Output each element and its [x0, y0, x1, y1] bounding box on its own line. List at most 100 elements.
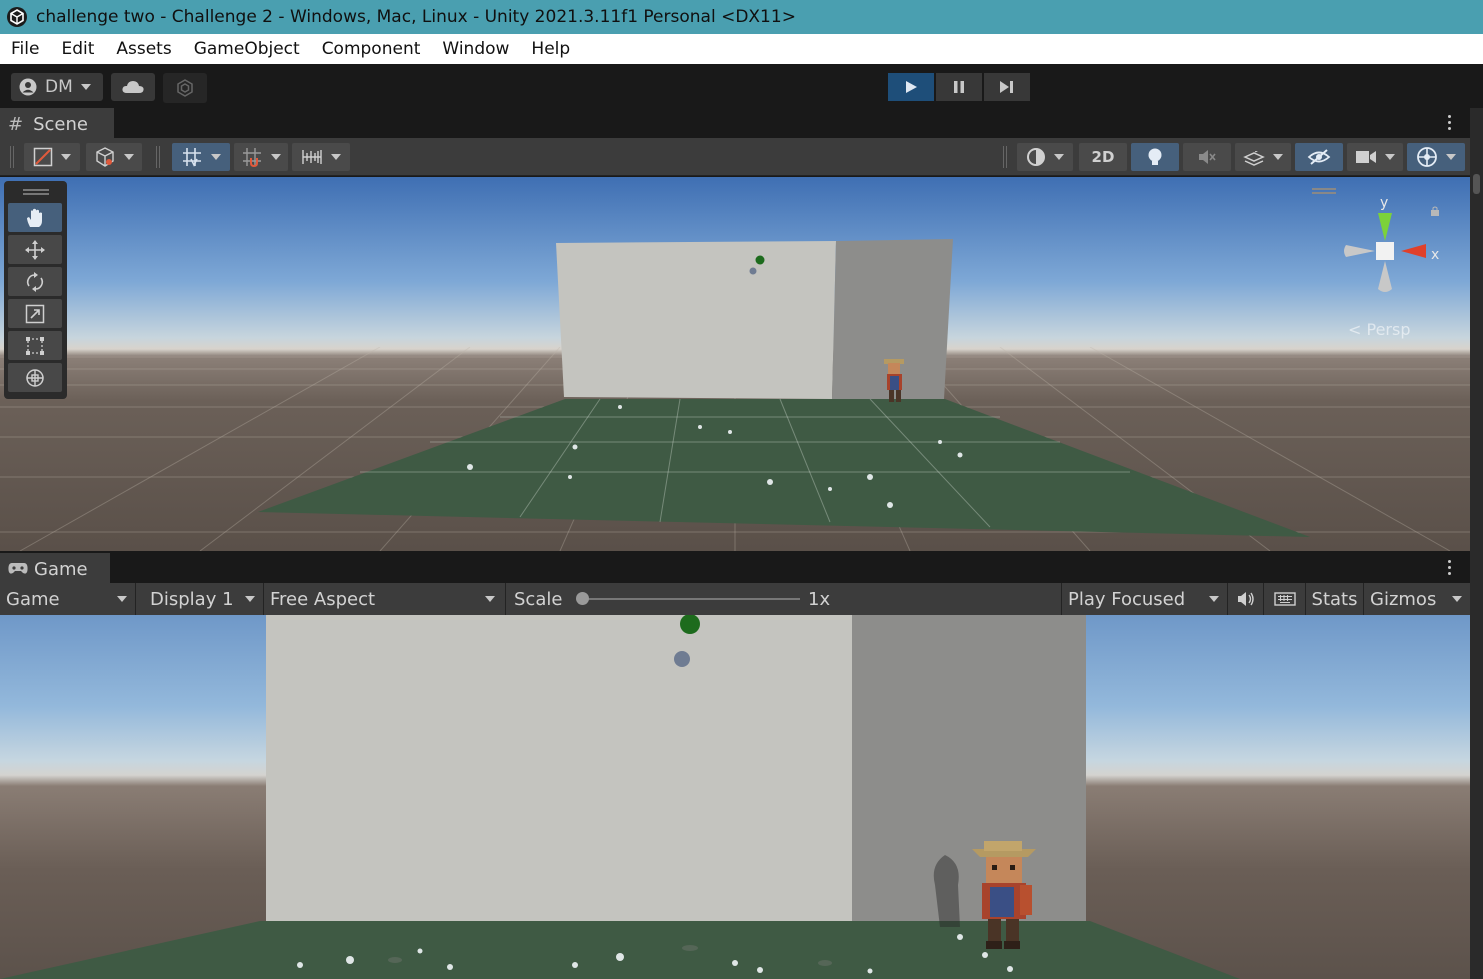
green-ball-object[interactable] [755, 255, 765, 265]
main-toolbar: DM [0, 64, 1483, 108]
shortcuts-toggle[interactable] [1264, 583, 1306, 615]
aspect-dropdown[interactable]: Free Aspect [264, 583, 506, 615]
move-tool[interactable] [8, 235, 62, 264]
account-label: DM [45, 77, 73, 97]
gizmo-lock-icon[interactable] [1430, 205, 1440, 217]
grid-snap-toggle[interactable] [172, 143, 230, 171]
gizmo-x-label: x [1431, 247, 1440, 263]
scene-visibility-toggle[interactable] [1295, 143, 1343, 171]
scale-tool[interactable] [8, 299, 62, 328]
playback-controls [888, 73, 1030, 101]
ruler-icon [302, 150, 322, 164]
scene-viewport[interactable]: y x < Persp [0, 177, 1470, 551]
scale-icon [25, 304, 45, 323]
green-ball-object[interactable] [679, 615, 701, 635]
render-mode-dropdown[interactable] [1017, 143, 1073, 171]
chevron-down-icon [117, 596, 127, 602]
hand-tool[interactable] [8, 203, 62, 232]
speaker-icon [1237, 592, 1254, 606]
chevron-down-icon [1446, 154, 1456, 160]
vertical-scrollbar[interactable] [1470, 108, 1483, 979]
tab-scene[interactable]: # Scene [0, 108, 114, 138]
ball-shadow-marker [674, 651, 690, 667]
draw-mode-dropdown[interactable] [24, 143, 80, 171]
chevron-down-icon [211, 154, 221, 160]
chevron-down-icon [124, 154, 134, 160]
lighting-toggle[interactable] [1131, 143, 1179, 171]
unity-logo-icon [7, 7, 27, 27]
audio-toggle[interactable] [1183, 143, 1231, 171]
hand-icon [27, 208, 42, 227]
effects-dropdown[interactable] [1235, 143, 1291, 171]
gizmos-scene-dropdown[interactable] [1407, 143, 1465, 171]
scene-tab-label: Scene [33, 113, 88, 135]
game-scene-render [0, 615, 1240, 979]
transform-tool[interactable] [8, 363, 62, 392]
view-type-dropdown[interactable]: Game [0, 583, 136, 615]
projection-text: Persp [1366, 320, 1411, 339]
scene-more-icon[interactable] [1448, 115, 1452, 133]
menu-assets[interactable]: Assets [105, 39, 182, 59]
aspect-label: Free Aspect [270, 588, 376, 610]
ball-shadow-marker [749, 267, 757, 275]
projection-label[interactable]: < Persp [1348, 320, 1411, 339]
account-dropdown[interactable]: DM [11, 73, 103, 101]
pause-button[interactable] [936, 73, 982, 101]
game-viewport[interactable] [0, 615, 1470, 979]
menu-edit[interactable]: Edit [50, 39, 105, 59]
scale-label: Scale [514, 588, 563, 610]
cloud-button[interactable] [111, 73, 155, 101]
scene-toolbar: 2D [0, 138, 1470, 176]
transform-icon [26, 368, 44, 387]
palette-grip[interactable] [4, 181, 67, 203]
display-dropdown[interactable]: Display 1 [136, 583, 264, 615]
shading-dropdown[interactable] [86, 143, 142, 171]
camera-dropdown[interactable] [1347, 143, 1403, 171]
lightbulb-icon [1148, 148, 1162, 165]
rotate-icon [26, 271, 44, 292]
rect-tool[interactable] [8, 331, 62, 360]
gamepad-icon [8, 563, 28, 574]
game-more-icon[interactable] [1448, 560, 1452, 578]
rect-transform-icon [26, 336, 44, 355]
scale-value: 1x [808, 588, 831, 610]
magnet-grid-icon [243, 148, 261, 168]
speaker-muted-icon [1199, 150, 1216, 164]
view-type-label: Game [6, 588, 60, 610]
tool-palette [4, 181, 67, 399]
collab-button[interactable] [163, 73, 207, 103]
effects-icon [1243, 148, 1265, 166]
toggle-2d-button[interactable]: 2D [1079, 143, 1127, 171]
player-character[interactable] [880, 359, 910, 407]
draw-mode-icon [33, 147, 53, 167]
play-button[interactable] [888, 73, 934, 101]
step-button[interactable] [984, 73, 1030, 101]
gizmo-y-label: y [1380, 195, 1389, 211]
gizmos-dropdown[interactable]: Gizmos [1364, 583, 1470, 615]
window-titlebar: challenge two - Challenge 2 - Windows, M… [0, 0, 1483, 34]
chevron-down-icon [1054, 154, 1064, 160]
sphere-icon [1027, 148, 1045, 166]
chevron-down-icon [1273, 154, 1283, 160]
play-mode-dropdown[interactable]: Play Focused [1062, 583, 1228, 615]
menu-file[interactable]: File [0, 39, 50, 59]
scrollbar-thumb[interactable] [1473, 174, 1480, 194]
menu-component[interactable]: Component [311, 39, 432, 59]
account-icon [19, 78, 37, 96]
rotate-tool[interactable] [8, 267, 62, 296]
snap-increment-dropdown[interactable] [234, 143, 288, 171]
menu-window[interactable]: Window [431, 39, 520, 59]
ruler-dropdown[interactable] [292, 143, 350, 171]
scale-slider[interactable] [576, 592, 800, 605]
menu-help[interactable]: Help [520, 39, 581, 59]
mute-audio-toggle[interactable] [1228, 583, 1264, 615]
menu-gameobject[interactable]: GameObject [183, 39, 311, 59]
globe-icon [1417, 147, 1437, 167]
cloud-icon [122, 81, 144, 93]
player-character[interactable] [970, 839, 1040, 951]
stats-button[interactable]: Stats [1306, 583, 1364, 615]
gizmo-grip[interactable] [1312, 188, 1336, 194]
toolbar-grip [156, 146, 160, 168]
scale-slider-thumb[interactable] [576, 592, 589, 605]
tab-game[interactable]: Game [0, 553, 110, 583]
